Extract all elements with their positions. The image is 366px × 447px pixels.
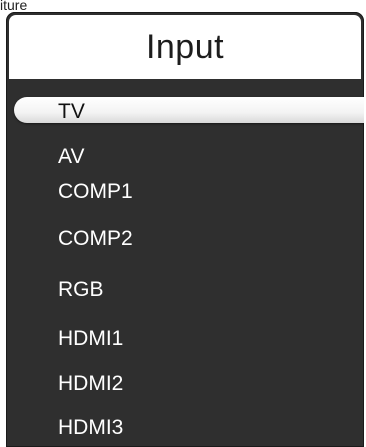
input-menu: Input TV AV COMP1 COMP2 RGB HDMI1 HDMI2 …	[6, 12, 364, 447]
menu-item-label: RGB	[58, 278, 104, 301]
menu-item-label: COMP1	[58, 180, 133, 203]
menu-item-rgb[interactable]: RGB	[6, 274, 364, 306]
menu-title-bar: Input	[9, 15, 361, 79]
menu-item-comp2[interactable]: COMP2	[6, 223, 364, 255]
menu-item-label: HDMI3	[58, 416, 124, 439]
menu-title: Input	[145, 27, 225, 66]
menu-item-label: HDMI1	[58, 327, 124, 350]
menu-item-label: HDMI2	[58, 372, 124, 395]
menu-item-label: TV	[58, 100, 85, 123]
menu-item-hdmi3[interactable]: HDMI3	[6, 412, 364, 444]
cropped-top-text: iture	[0, 0, 28, 10]
menu-item-label: AV	[58, 145, 85, 168]
menu-item-tv[interactable]: TV	[6, 96, 364, 128]
menu-item-label: COMP2	[58, 227, 133, 250]
menu-item-av[interactable]: AV	[6, 141, 364, 173]
menu-item-hdmi2[interactable]: HDMI2	[6, 368, 364, 400]
menu-item-comp1[interactable]: COMP1	[6, 176, 364, 208]
menu-item-hdmi1[interactable]: HDMI1	[6, 323, 364, 355]
